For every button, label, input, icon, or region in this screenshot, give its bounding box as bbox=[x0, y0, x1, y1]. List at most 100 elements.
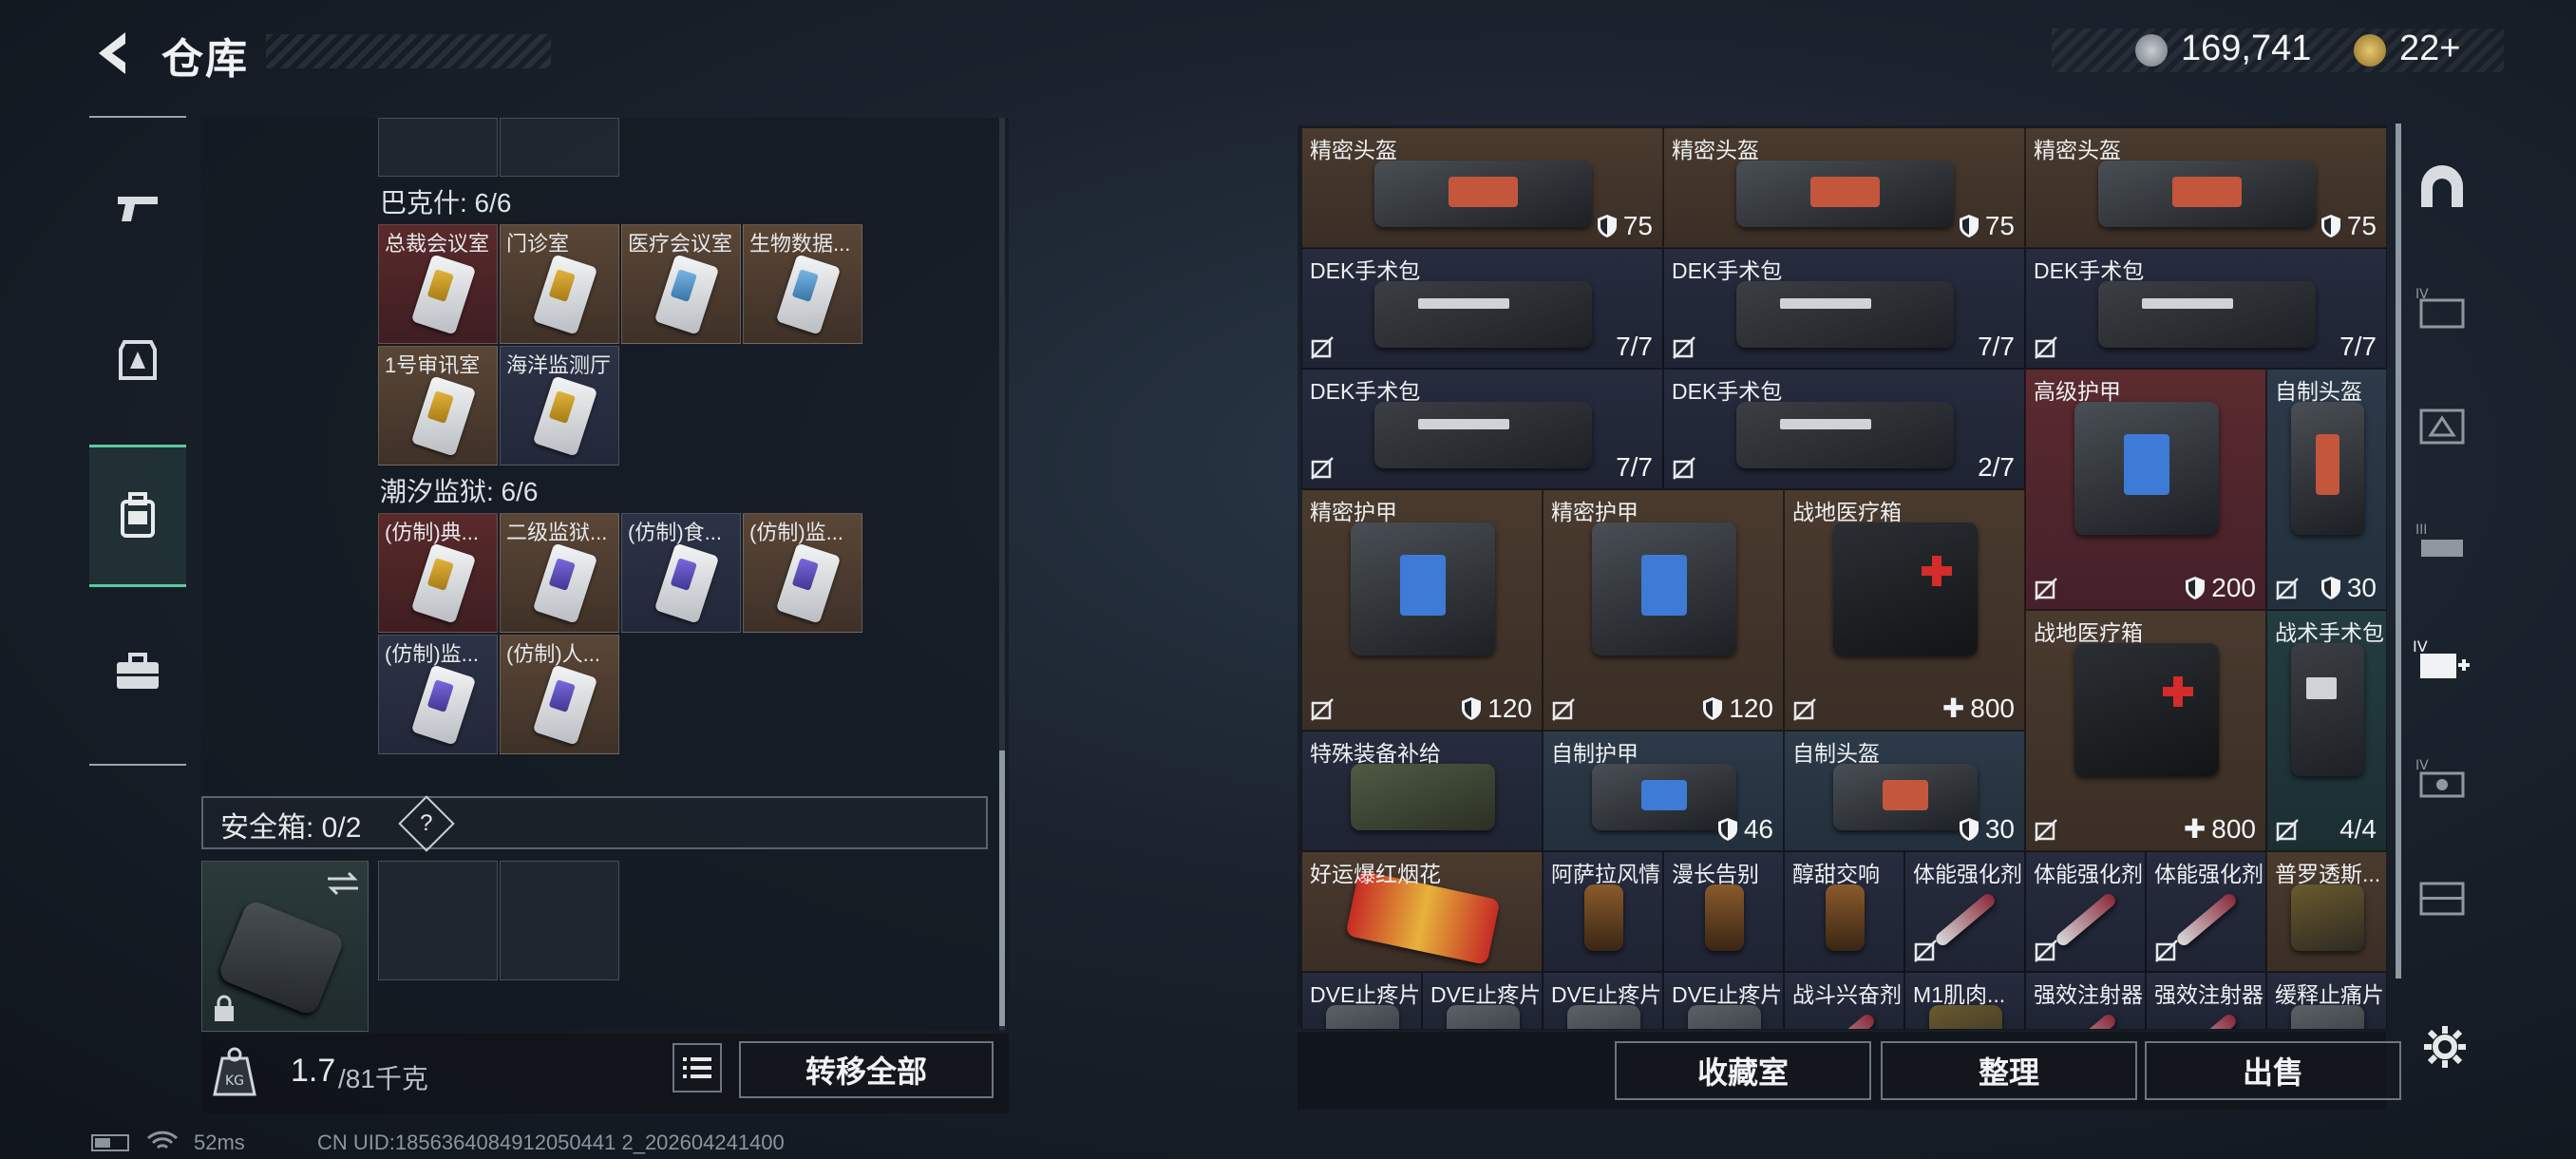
swap-icon[interactable] bbox=[324, 869, 362, 898]
inventory-item[interactable]: 强效注射器 bbox=[2146, 972, 2266, 1030]
keycard-item[interactable]: (仿制)食... bbox=[621, 513, 741, 633]
shield-icon bbox=[1703, 697, 1723, 720]
keycard-item[interactable]: 门诊室 bbox=[500, 224, 619, 344]
no-trade-icon bbox=[2035, 940, 2057, 962]
tab-tools[interactable] bbox=[2401, 369, 2483, 483]
armor-bag-icon bbox=[1591, 522, 1737, 656]
inventory-item[interactable]: 阿萨拉风情 bbox=[1543, 851, 1663, 972]
syringe-icon bbox=[2174, 1011, 2240, 1029]
inventory-item[interactable]: 强效注射器 bbox=[2025, 972, 2146, 1030]
tab-firearm-iii[interactable]: III bbox=[2401, 486, 2483, 600]
inventory-item[interactable]: DEK手术包 7/7 bbox=[1301, 369, 1663, 489]
inventory-item[interactable]: DEK手术包 2/7 bbox=[1663, 369, 2025, 489]
inventory-item[interactable]: 精密头盔 75 bbox=[2025, 127, 2387, 248]
keycard-item[interactable]: (仿制)监... bbox=[378, 635, 498, 754]
keycard-slot-partial[interactable] bbox=[378, 118, 498, 177]
keycard-item[interactable]: (仿制)监... bbox=[743, 513, 862, 633]
inventory-item[interactable]: 战术手术包 4/4 bbox=[2266, 610, 2387, 851]
item-label: M1肌肉... bbox=[1913, 982, 2006, 1007]
settings-gear-icon[interactable] bbox=[2422, 1024, 2468, 1070]
list-view-button[interactable] bbox=[672, 1043, 722, 1092]
no-trade-icon bbox=[1311, 336, 1334, 359]
tab-medical-iv[interactable]: IV bbox=[2401, 604, 2483, 718]
inventory-item[interactable]: 醇甜交响 bbox=[1784, 851, 1904, 972]
keycard-slot-partial[interactable] bbox=[500, 118, 619, 177]
safebox-slot[interactable] bbox=[201, 861, 369, 1032]
inventory-item[interactable]: 战地医疗箱 ✚ 800 bbox=[1784, 489, 2025, 731]
keycard-item[interactable]: 医疗会议室 bbox=[621, 224, 741, 344]
no-trade-icon bbox=[1552, 698, 1575, 721]
tab-gear-iv[interactable]: IV bbox=[2401, 722, 2483, 836]
item-label: 自制头盔 bbox=[1792, 741, 1880, 766]
item-label: 阿萨拉风情 bbox=[1551, 862, 1660, 886]
nav-case[interactable] bbox=[89, 600, 186, 743]
collection-room-button[interactable]: 收藏室 bbox=[1615, 1041, 1871, 1100]
inventory-item[interactable]: 自制头盔 30 bbox=[2266, 369, 2387, 610]
tab-misc[interactable] bbox=[2401, 840, 2483, 954]
inventory-item[interactable]: 精密护甲 120 bbox=[1301, 489, 1543, 731]
first-aid-tag-icon bbox=[1417, 298, 1509, 310]
list-icon bbox=[683, 1057, 711, 1078]
item-value-text: 4/4 bbox=[2339, 814, 2377, 844]
inventory-item[interactable]: DVE止疼片 bbox=[1663, 972, 1784, 1030]
svg-text:IV: IV bbox=[2415, 758, 2429, 773]
keycard-item[interactable]: 海洋监测厅 bbox=[500, 346, 619, 466]
helmet-bag-icon bbox=[1736, 161, 1954, 227]
inventory-item[interactable]: 体能强化剂 bbox=[1904, 851, 2025, 972]
keycard-item[interactable]: (仿制)人... bbox=[500, 635, 619, 754]
item-label: 精密护甲 bbox=[1551, 500, 1638, 524]
keycard-item[interactable]: 生物数据... bbox=[743, 224, 862, 344]
nav-weapon[interactable] bbox=[89, 137, 186, 279]
inventory-item[interactable]: 战斗兴奋剂 bbox=[1784, 972, 1904, 1030]
inventory-item[interactable]: DEK手术包 7/7 bbox=[1663, 248, 2025, 369]
stash-scroll-thumb[interactable] bbox=[999, 750, 1005, 1026]
sell-button[interactable]: 出售 bbox=[2145, 1041, 2401, 1100]
inventory-item[interactable]: 精密头盔 75 bbox=[1663, 127, 2025, 248]
safebox-empty-slot[interactable] bbox=[500, 861, 619, 980]
inventory-item[interactable]: 好运爆红烟花 bbox=[1301, 851, 1543, 972]
inventory-item[interactable]: 普罗透斯... bbox=[2266, 851, 2387, 972]
inventory-item[interactable]: M1肌肉... bbox=[1904, 972, 2025, 1030]
back-arrow-icon[interactable] bbox=[87, 25, 144, 82]
keycard-item[interactable]: 1号审讯室 bbox=[378, 346, 498, 466]
inventory-item[interactable]: 战地医疗箱 ✚ 800 bbox=[2025, 610, 2266, 851]
item-value: 4/4 bbox=[2339, 814, 2377, 845]
item-label: 体能强化剂 bbox=[1913, 862, 2022, 886]
armor-icon bbox=[119, 340, 157, 380]
inventory-item[interactable]: 体能强化剂 bbox=[2146, 851, 2266, 972]
keycard-icon bbox=[775, 542, 842, 624]
nav-backpack[interactable] bbox=[89, 445, 186, 587]
inventory-item[interactable]: 特殊装备补给 bbox=[1301, 731, 1543, 851]
inventory-item[interactable]: 缓释止痛片 bbox=[2266, 972, 2387, 1030]
left-nav bbox=[89, 116, 186, 766]
inventory-item[interactable]: DVE止疼片 bbox=[1422, 972, 1543, 1030]
inventory-item[interactable]: 自制头盔 30 bbox=[1784, 731, 2025, 851]
inventory-item[interactable]: 体能强化剂 bbox=[2025, 851, 2146, 972]
nav-equipment[interactable] bbox=[89, 289, 186, 431]
tab-all[interactable] bbox=[2401, 129, 2483, 243]
keycard-item[interactable]: 总裁会议室 bbox=[378, 224, 498, 344]
tab-folder-iv[interactable]: IV bbox=[2401, 251, 2483, 365]
inventory-item[interactable]: 漫长告别 bbox=[1663, 851, 1784, 972]
inventory-item[interactable]: DVE止疼片 bbox=[1301, 972, 1422, 1030]
safebox-empty-slot[interactable] bbox=[378, 861, 498, 980]
inventory-item[interactable]: 精密护甲 120 bbox=[1543, 489, 1784, 731]
inventory-item[interactable]: DEK手术包 7/7 bbox=[2025, 248, 2387, 369]
organize-button[interactable]: 整理 bbox=[1881, 1041, 2137, 1100]
keycard-item[interactable]: 二级监狱... bbox=[500, 513, 619, 633]
inventory-item[interactable]: 精密头盔 75 bbox=[1301, 127, 1663, 248]
item-value-text: 7/7 bbox=[2339, 332, 2377, 361]
item-label: 精密头盔 bbox=[1310, 138, 1397, 162]
inventory-item[interactable]: DEK手术包 7/7 bbox=[1301, 248, 1663, 369]
keycard-icon bbox=[410, 664, 477, 746]
inventory-item[interactable]: 自制护甲 46 bbox=[1543, 731, 1784, 851]
keycard-item[interactable]: (仿制)典... bbox=[378, 513, 498, 633]
plate-icon bbox=[2123, 433, 2170, 495]
gear-box-icon: IV bbox=[2415, 758, 2465, 798]
inventory-item[interactable]: 高级护甲 200 bbox=[2025, 369, 2266, 610]
inventory-item[interactable]: DVE止疼片 bbox=[1543, 972, 1663, 1030]
transfer-all-button[interactable]: 转移全部 bbox=[739, 1041, 994, 1098]
medkit-tab-icon: IV bbox=[2413, 637, 2470, 678]
item-label: 精密头盔 bbox=[2034, 138, 2121, 162]
currency-secondary-value[interactable]: 22+ bbox=[2399, 28, 2460, 69]
